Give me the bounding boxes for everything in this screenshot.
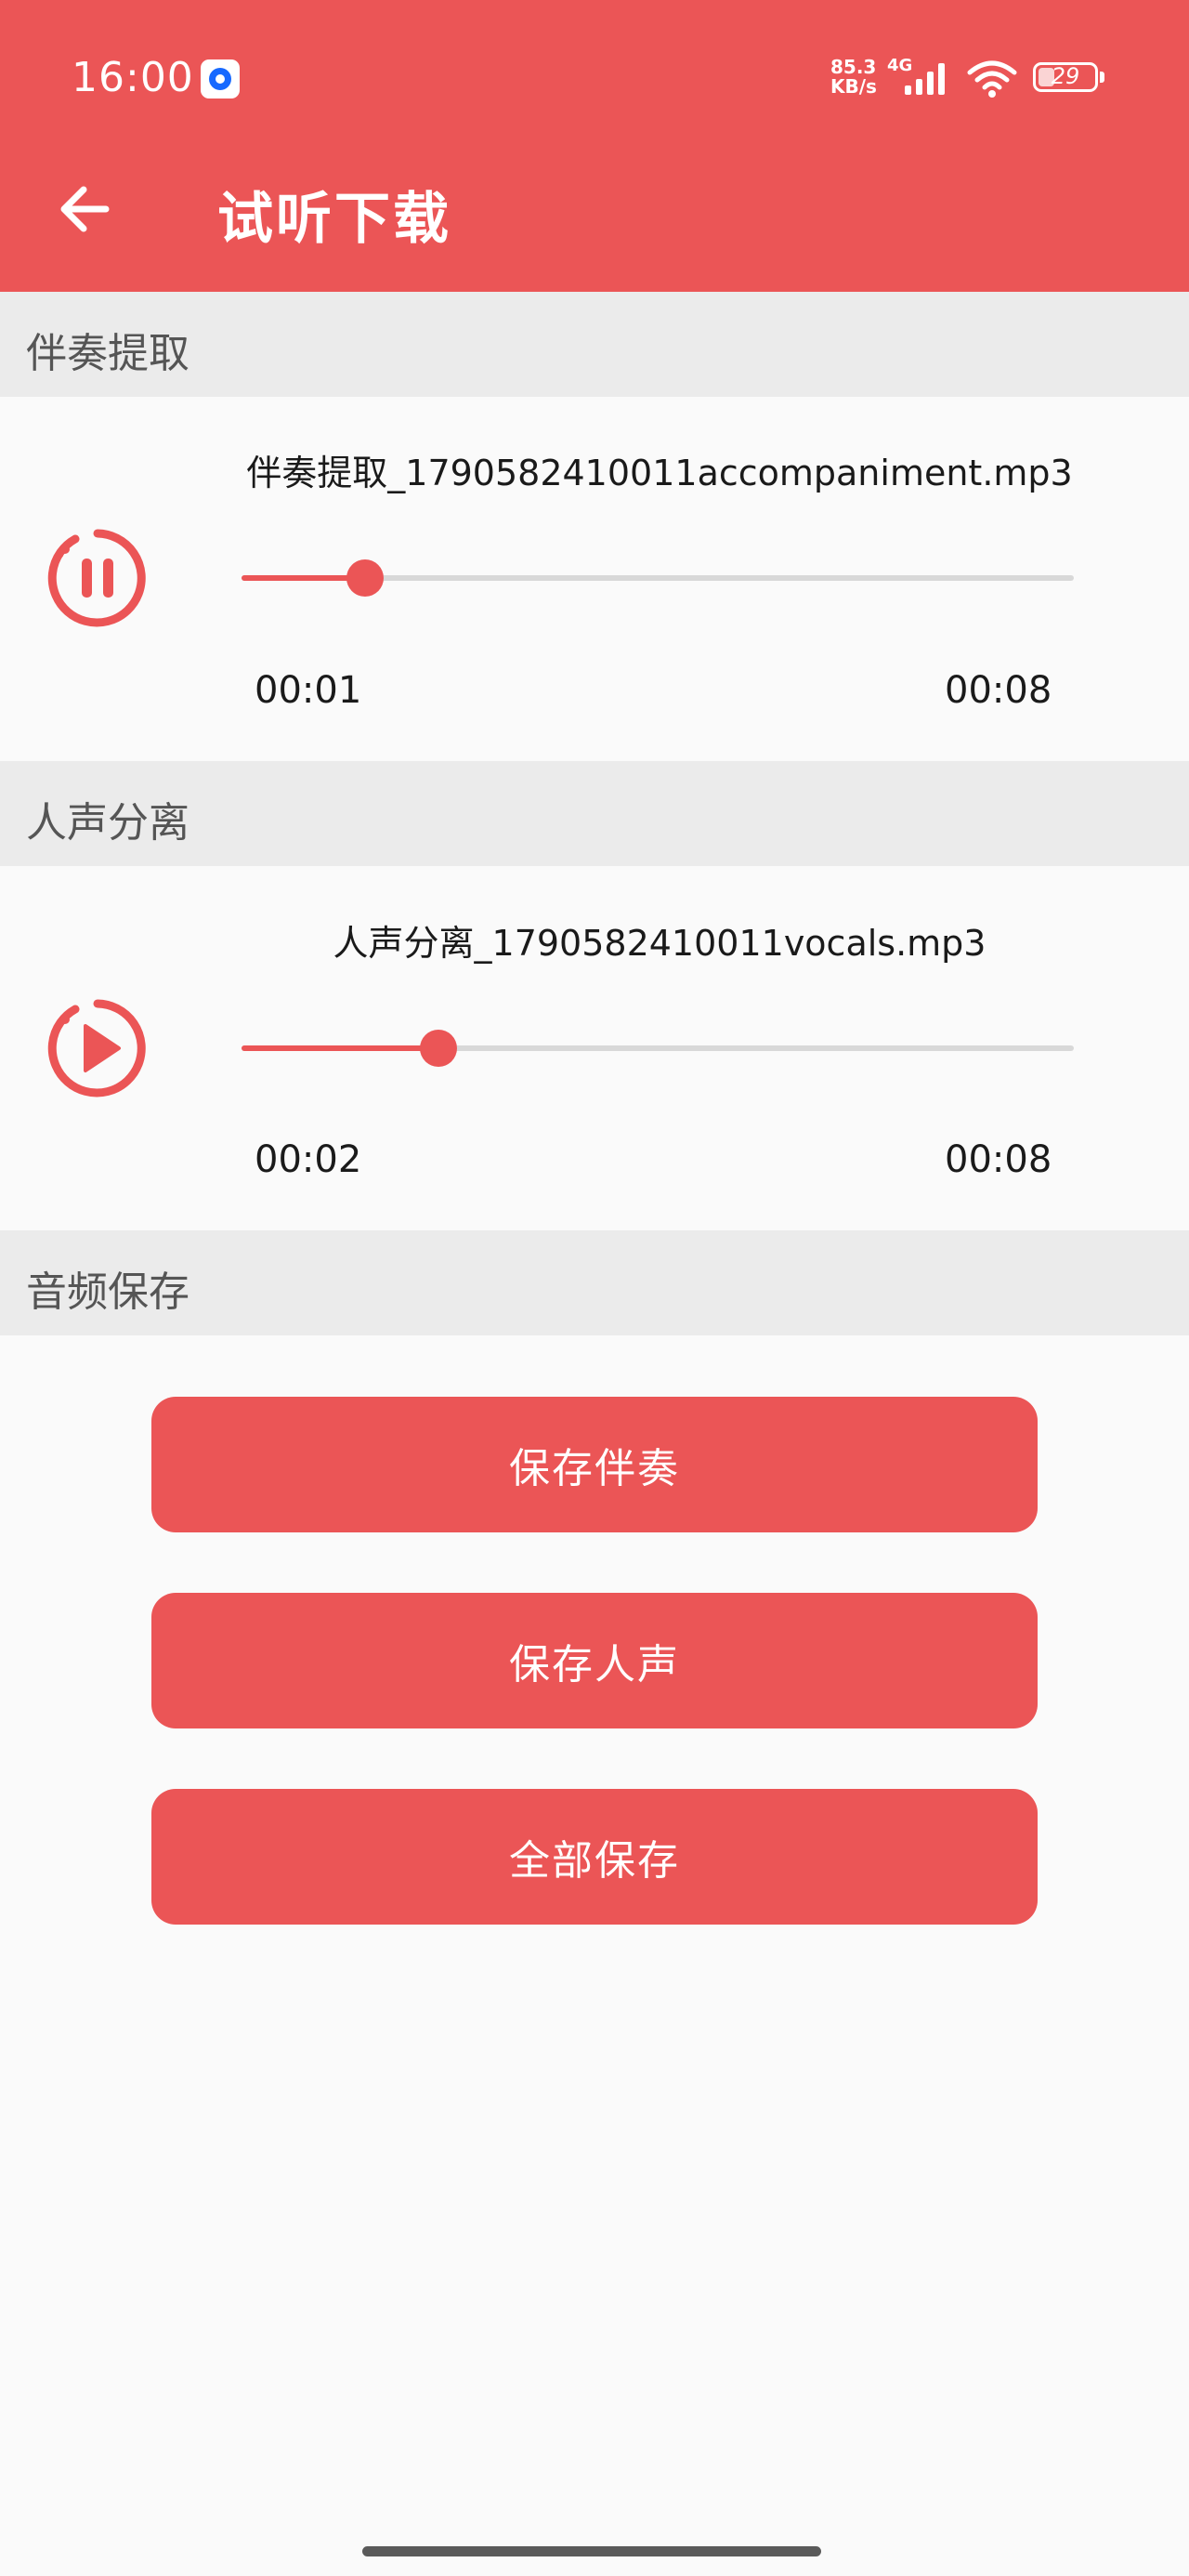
app-bar: 16:00 85.3 KB/s 4G 29 试听下载 bbox=[0, 0, 1189, 292]
section-title: 人声分离 bbox=[26, 799, 189, 847]
wifi-icon bbox=[967, 60, 1017, 98]
section-header-accompaniment: 伴奏提取 bbox=[0, 292, 1189, 397]
section-title: 音频保存 bbox=[26, 1268, 189, 1316]
battery-level: 29 bbox=[1051, 63, 1080, 89]
save-vocals-button[interactable]: 保存人声 bbox=[151, 1593, 1038, 1728]
seek-thumb[interactable] bbox=[420, 1030, 458, 1067]
section-header-vocals: 人声分离 bbox=[0, 761, 1189, 866]
accompaniment-seek-bar[interactable] bbox=[242, 559, 1074, 597]
play-icon[interactable] bbox=[45, 995, 150, 1101]
notification-app-icon bbox=[201, 59, 240, 99]
accompaniment-total-time: 00:08 bbox=[945, 669, 1052, 712]
network-speed-unit: KB/s bbox=[830, 75, 877, 98]
vocals-file-name: 人声分离_1790582410011vocals.mp3 bbox=[333, 923, 986, 964]
battery-icon: 29 bbox=[1033, 62, 1098, 92]
signal-icon bbox=[905, 63, 945, 95]
accompaniment-file-name: 伴奏提取_1790582410011accompaniment.mp3 bbox=[246, 453, 1073, 493]
seek-progress bbox=[242, 1045, 439, 1051]
pause-icon[interactable] bbox=[45, 525, 150, 631]
section-header-save: 音频保存 bbox=[0, 1230, 1189, 1335]
status-time: 16:00 bbox=[72, 54, 194, 101]
seek-thumb[interactable] bbox=[346, 559, 384, 597]
arrow-left-icon[interactable] bbox=[52, 177, 117, 242]
network-speed: 85.3 KB/s bbox=[830, 58, 877, 97]
vocals-total-time: 00:08 bbox=[945, 1138, 1052, 1181]
save-accompaniment-button[interactable]: 保存伴奏 bbox=[151, 1397, 1038, 1532]
accompaniment-current-time: 00:01 bbox=[255, 669, 362, 712]
vocals-current-time: 00:02 bbox=[255, 1138, 362, 1181]
vocals-seek-bar[interactable] bbox=[242, 1030, 1074, 1067]
save-all-button[interactable]: 全部保存 bbox=[151, 1789, 1038, 1925]
network-speed-value: 85.3 bbox=[830, 56, 877, 78]
battery-cap bbox=[1100, 72, 1104, 83]
gesture-navigation-bar[interactable] bbox=[362, 2546, 821, 2556]
section-title: 伴奏提取 bbox=[26, 330, 189, 377]
page-title: 试听下载 bbox=[217, 187, 451, 252]
